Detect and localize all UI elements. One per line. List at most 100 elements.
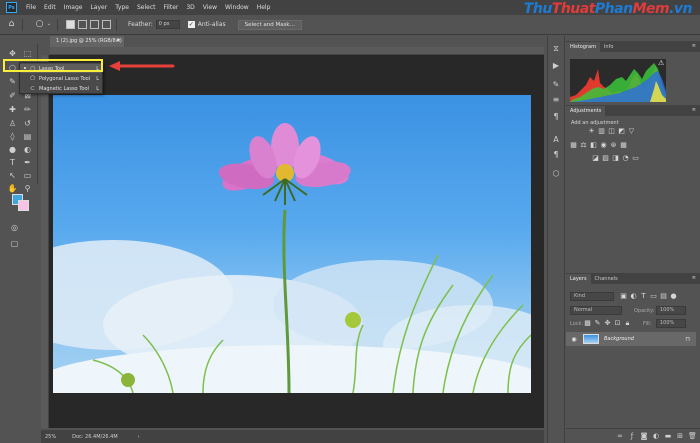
type-filter-icon[interactable]: T: [640, 293, 647, 300]
chevron-right-icon[interactable]: ›: [138, 434, 140, 440]
color-lookup-icon[interactable]: ▦: [620, 142, 627, 149]
layer-kind-filter[interactable]: Kind: [570, 292, 614, 301]
tab-layers[interactable]: Layers: [566, 274, 591, 284]
menu-image[interactable]: Image: [60, 4, 87, 11]
shape-tool-icon[interactable]: ▭: [21, 170, 34, 181]
antialias-checkbox[interactable]: ✓: [187, 21, 195, 28]
gradient-map-icon[interactable]: ▭: [632, 155, 639, 162]
exposure-icon[interactable]: ◩: [618, 128, 625, 135]
filter-toggle-icon[interactable]: ●: [670, 293, 677, 300]
levels-icon[interactable]: ▥: [598, 128, 605, 135]
document-photo[interactable]: [53, 95, 531, 393]
history-brush-icon[interactable]: ↺: [21, 118, 34, 129]
hue-saturation-icon[interactable]: ▦: [570, 142, 577, 149]
type-tool-icon[interactable]: T: [6, 157, 19, 168]
play-actions-icon[interactable]: ▶: [551, 61, 561, 71]
threshold-icon[interactable]: ◨: [612, 155, 619, 162]
link-layers-icon[interactable]: ∞: [616, 432, 624, 440]
dodge-tool-icon[interactable]: ◐: [21, 144, 34, 155]
home-icon[interactable]: ⌂: [6, 19, 17, 30]
photo-filter-icon[interactable]: ◉: [600, 142, 607, 149]
layer-row-background[interactable]: ◉ Background ⊓: [566, 332, 696, 346]
black-white-icon[interactable]: ◧: [590, 142, 597, 149]
pixel-filter-icon[interactable]: ▣: [620, 293, 627, 300]
paragraph-icon[interactable]: ¶: [551, 112, 561, 122]
flyout-item-polygonal-lasso[interactable]: ⬠ Polygonal Lasso Tool L: [20, 74, 102, 83]
new-selection-button[interactable]: [66, 20, 75, 29]
character-icon[interactable]: A: [551, 135, 561, 145]
invert-icon[interactable]: ◪: [592, 155, 599, 162]
zoom-tool-icon[interactable]: ⚲: [21, 183, 34, 194]
selective-color-icon[interactable]: ◔: [622, 155, 629, 162]
healing-brush-icon[interactable]: ✚: [6, 104, 19, 115]
menu-window[interactable]: Window: [221, 4, 253, 11]
brightness-icon[interactable]: ☀: [588, 128, 595, 135]
curves-icon[interactable]: ◫: [608, 128, 615, 135]
posterize-icon[interactable]: ▨: [602, 155, 609, 162]
close-icon[interactable]: ×: [117, 36, 121, 47]
smart-object-filter-icon[interactable]: ▤: [660, 293, 667, 300]
new-layer-icon[interactable]: ⊞: [676, 432, 684, 440]
tab-adjustments[interactable]: Adjustments: [566, 106, 606, 116]
layer-name[interactable]: Background: [604, 336, 634, 342]
pen-tool-icon[interactable]: ✒: [21, 157, 34, 168]
background-color-swatch[interactable]: [18, 200, 29, 211]
menu-help[interactable]: Help: [253, 4, 275, 11]
move-tool-icon[interactable]: ✥: [6, 48, 19, 59]
add-mask-icon[interactable]: ◙: [640, 432, 648, 440]
flyout-item-magnetic-lasso[interactable]: ⊂ Magnetic Lasso Tool L: [20, 84, 102, 93]
marquee-tool-icon[interactable]: ⬚: [21, 48, 34, 59]
lock-pixels-icon[interactable]: ✎: [594, 320, 601, 327]
tab-channels[interactable]: Channels: [591, 274, 622, 284]
add-selection-button[interactable]: [78, 20, 87, 29]
menu-filter[interactable]: Filter: [160, 4, 183, 11]
zoom-level[interactable]: 25%: [45, 434, 56, 440]
blur-tool-icon[interactable]: ●: [6, 144, 19, 155]
tab-info[interactable]: Info: [600, 42, 617, 52]
brush-settings-icon[interactable]: ✎: [551, 80, 561, 90]
new-group-icon[interactable]: ▬: [664, 432, 672, 440]
panel-menu-icon[interactable]: ≡: [692, 275, 696, 281]
paragraph-styles-icon[interactable]: ¶: [551, 150, 561, 160]
adjustment-filter-icon[interactable]: ◐: [630, 293, 637, 300]
blend-mode-select[interactable]: Normal: [570, 306, 622, 315]
path-select-icon[interactable]: ↖: [6, 170, 19, 181]
select-and-mask-button[interactable]: Select and Mask...: [237, 19, 302, 30]
stamp-tool-icon[interactable]: ♙: [6, 118, 19, 129]
quick-select-icon[interactable]: ✎: [6, 76, 19, 87]
new-adjustment-icon[interactable]: ◐: [652, 432, 660, 440]
panel-menu-icon[interactable]: ≡: [692, 107, 696, 113]
quick-mask-icon[interactable]: ◎: [8, 222, 21, 233]
shape-filter-icon[interactable]: ▭: [650, 293, 657, 300]
feather-input[interactable]: 0 px: [155, 20, 180, 29]
menu-select[interactable]: Select: [133, 4, 160, 11]
opacity-input[interactable]: 100%: [656, 306, 686, 315]
document-tab[interactable]: 1 (2).jpg @ 25% (RGB/8#) ×: [50, 36, 124, 47]
intersect-selection-button[interactable]: [102, 20, 111, 29]
lock-position-icon[interactable]: ✥: [604, 320, 611, 327]
warning-icon[interactable]: ⚠: [658, 59, 664, 67]
lock-all-icon[interactable]: 🔒︎: [624, 320, 631, 327]
trash-icon[interactable]: 🗑︎: [688, 432, 697, 440]
menu-type[interactable]: Type: [111, 4, 133, 11]
brush-tool-icon[interactable]: ✏: [21, 104, 34, 115]
eye-visibility-icon[interactable]: ◉: [569, 336, 579, 343]
fill-input[interactable]: 100%: [656, 319, 686, 328]
eyedropper-icon[interactable]: ✐: [6, 90, 19, 101]
menu-file[interactable]: File: [22, 4, 40, 11]
subtract-selection-button[interactable]: [90, 20, 99, 29]
panel-menu-icon[interactable]: ≡: [692, 43, 696, 49]
chevron-down-icon[interactable]: ⌄: [46, 19, 52, 30]
color-balance-icon[interactable]: ⚖: [580, 142, 587, 149]
properties-icon[interactable]: ≡: [551, 95, 561, 105]
channel-mixer-icon[interactable]: ⊛: [610, 142, 617, 149]
history-icon[interactable]: ⧖: [551, 44, 561, 54]
screen-mode-icon[interactable]: ▢: [8, 238, 21, 249]
menu-3d[interactable]: 3D: [182, 4, 198, 11]
vibrance-icon[interactable]: ▽: [628, 128, 635, 135]
lock-artboard-icon[interactable]: ⊡: [614, 320, 621, 327]
lock-transparent-icon[interactable]: ▩: [584, 320, 591, 327]
lasso-preset-icon[interactable]: ○: [34, 19, 45, 30]
tab-histogram[interactable]: Histogram: [566, 42, 600, 52]
3d-icon[interactable]: ⬡: [551, 169, 561, 179]
